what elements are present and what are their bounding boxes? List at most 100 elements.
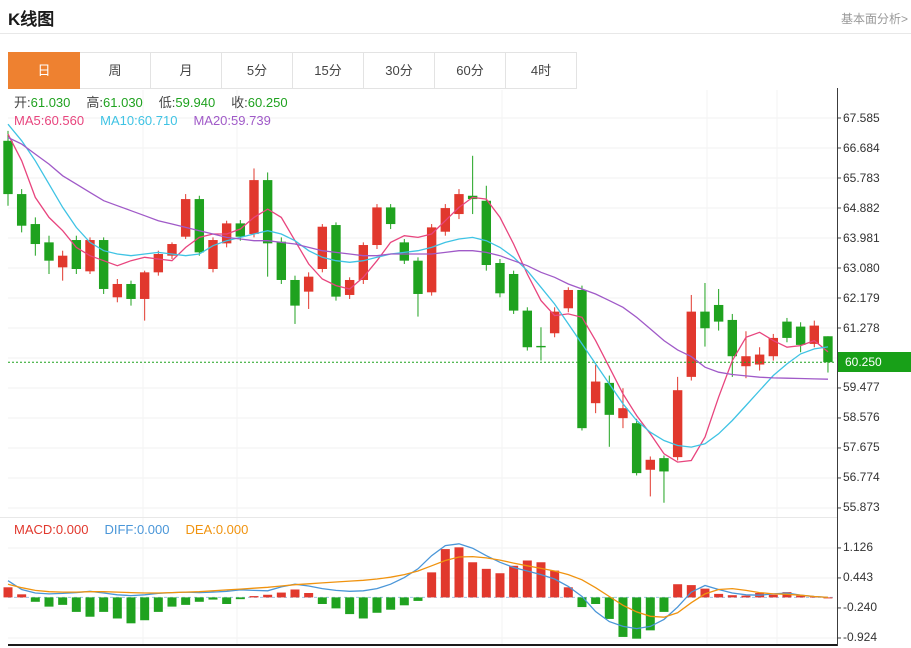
macd-bar — [318, 597, 327, 604]
info-item-开: 开:61.030 — [14, 95, 70, 110]
macd-bar — [99, 597, 108, 611]
candle-body — [591, 382, 600, 404]
macd-bar — [400, 597, 409, 605]
macd-bar — [728, 595, 737, 597]
macd-bar — [304, 593, 313, 597]
macd-bar — [58, 597, 67, 604]
candle-body — [413, 261, 422, 294]
price-axis-label: 63.080 — [843, 261, 880, 276]
macd-bar — [454, 547, 463, 597]
macd-bar — [632, 597, 641, 638]
macd-bar — [249, 596, 258, 597]
macd-bar — [222, 597, 231, 604]
price-axis-label: 59.477 — [843, 380, 880, 395]
candle-body — [673, 390, 682, 457]
info-item-低: 低:59.940 — [159, 95, 215, 110]
macd-bar — [769, 595, 778, 598]
macd-bar — [4, 587, 13, 597]
macd-bar — [167, 597, 176, 606]
candle-body — [482, 201, 491, 265]
candle-body — [126, 284, 135, 299]
macd-bar — [140, 597, 149, 620]
macd-bar — [359, 597, 368, 618]
ma-info-row: MA5:60.560 MA10:60.710 MA20:59.739 — [14, 113, 287, 128]
price-axis-label: 65.783 — [843, 171, 880, 186]
candle-body — [195, 199, 204, 252]
macd-bar — [413, 597, 422, 601]
candle-body — [700, 312, 709, 329]
candle-body — [523, 311, 532, 348]
candle-body — [386, 207, 395, 224]
candle-body — [277, 242, 286, 280]
macd-axis-label: 1.126 — [843, 540, 873, 555]
macd-bar — [591, 597, 600, 604]
candle-body — [536, 346, 545, 347]
candle-body — [249, 180, 258, 234]
macd-bar — [277, 593, 286, 598]
candle-body — [618, 408, 627, 418]
price-axis-label: 61.278 — [843, 321, 880, 336]
info-item-DIFF: DIFF:0.000 — [104, 522, 169, 537]
candle-body — [181, 199, 190, 237]
current-price-badge: 60.250 — [838, 352, 911, 372]
price-axis-label: 56.774 — [843, 470, 880, 485]
info-item-MA20: MA20:59.739 — [193, 113, 270, 128]
macd-axis-label: 0.443 — [843, 570, 873, 585]
macd-info-row: MACD:0.000DIFF:0.000DEA:0.000 — [14, 522, 264, 537]
candle-body — [741, 356, 750, 366]
candle-body — [3, 141, 12, 194]
macd-bar — [673, 584, 682, 597]
macd-bar — [577, 597, 586, 607]
price-axis-label: 55.873 — [843, 500, 880, 515]
info-item-收: 收:60.250 — [231, 95, 287, 110]
candle-body — [17, 194, 26, 226]
tab-日[interactable]: 日 — [8, 52, 80, 89]
candle-body — [632, 423, 641, 473]
macd-bar — [72, 597, 81, 611]
info-item-MA10: MA10:60.710 — [100, 113, 177, 128]
candle-body — [154, 254, 163, 272]
macd-bar — [468, 562, 477, 597]
macd-bar — [482, 569, 491, 598]
macd-bar — [113, 597, 122, 618]
macd-bar — [495, 573, 504, 597]
macd-bar — [605, 597, 614, 619]
candle-body — [99, 240, 108, 289]
macd-bar — [44, 597, 53, 606]
candle-body — [564, 290, 573, 308]
candle-body — [714, 305, 723, 322]
candle-body — [113, 284, 122, 297]
macd-bar — [509, 566, 518, 598]
macd-bar — [550, 571, 559, 598]
info-item-高: 高:61.030 — [86, 95, 142, 110]
candle-body — [427, 227, 436, 292]
info-item-MA5: MA5:60.560 — [14, 113, 84, 128]
price-axis-label: 62.179 — [843, 291, 880, 306]
price-axis-label: 66.684 — [843, 141, 880, 156]
candle-body — [318, 227, 327, 269]
ohlc-info-row: 开:61.030 高:61.030 低:59.940 收:60.250 — [14, 92, 304, 111]
macd-bar — [714, 594, 723, 598]
macd-bar — [386, 597, 395, 609]
macd-bar — [126, 597, 135, 623]
candle-body — [290, 280, 299, 306]
candle-body — [31, 224, 40, 244]
candle-body — [372, 207, 381, 245]
macd-axis-label: -0.924 — [843, 630, 877, 645]
candle-body — [58, 256, 67, 268]
candle-body — [687, 312, 696, 377]
macd-bar — [154, 597, 163, 611]
macd-bar — [17, 594, 26, 597]
macd-bar — [290, 589, 299, 597]
candle-body — [304, 277, 313, 292]
candle-body — [44, 242, 53, 260]
price-axis-label: 57.675 — [843, 440, 880, 455]
macd-bar — [345, 597, 354, 614]
macd-bar — [659, 597, 668, 611]
macd-bar — [181, 597, 190, 604]
candle-body — [359, 245, 368, 280]
macd-bar — [195, 597, 204, 601]
candle-body — [140, 272, 149, 299]
candle-body — [796, 327, 805, 345]
candle-body — [782, 322, 791, 338]
